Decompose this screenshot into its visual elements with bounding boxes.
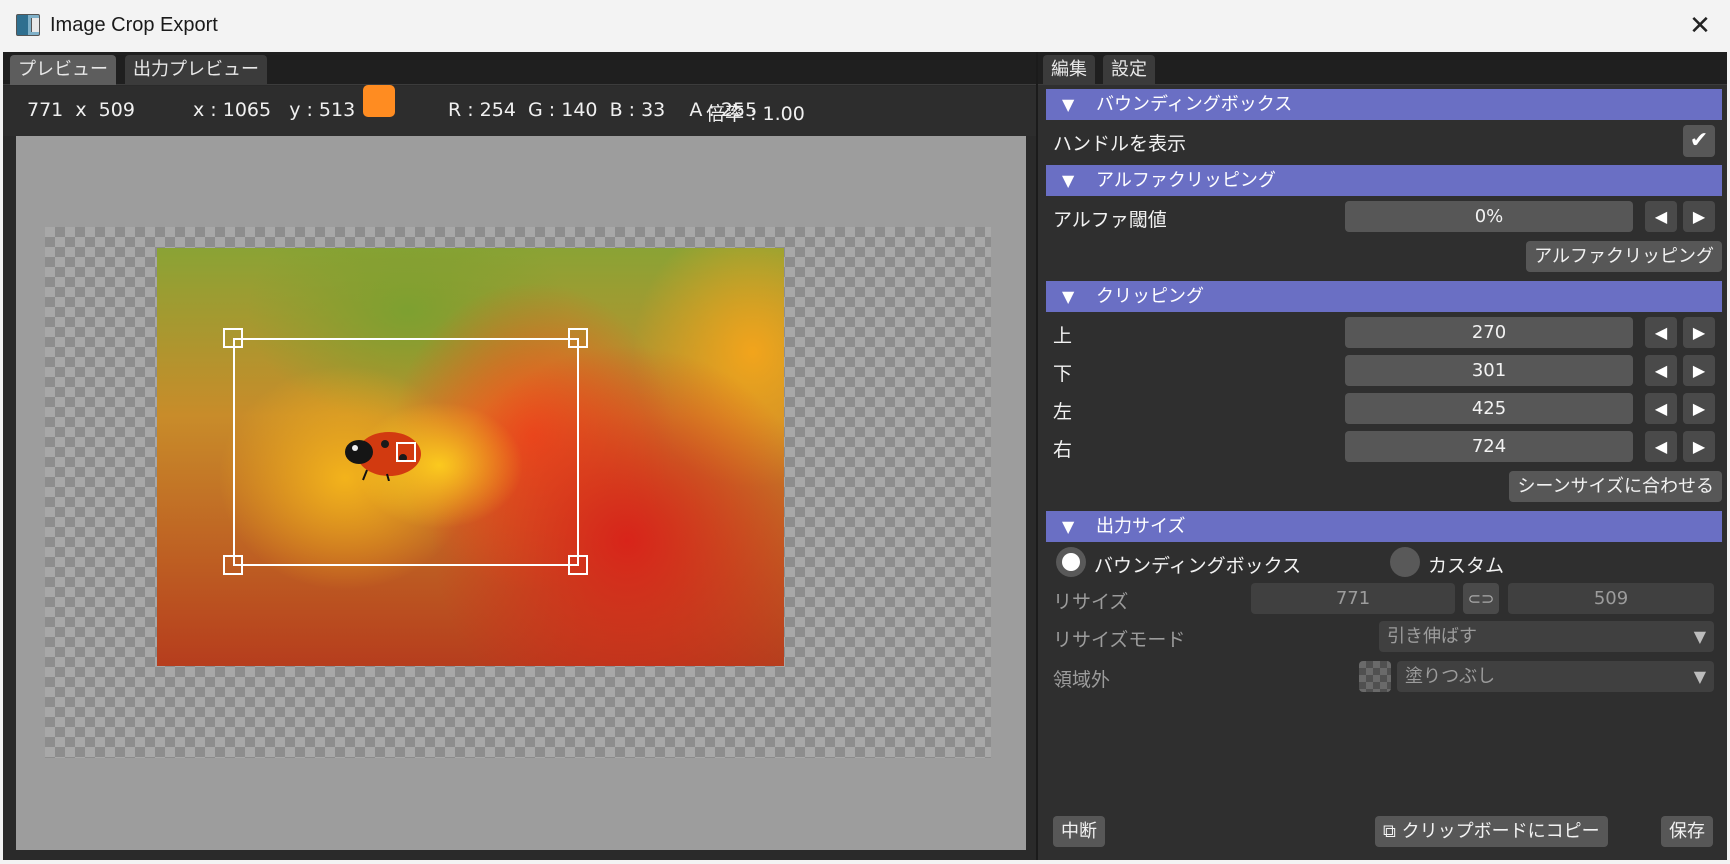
outside-area-label: 領域外	[1053, 669, 1111, 691]
alpha-clipping-button[interactable]: アルファクリッピング	[1526, 241, 1722, 272]
clip-right-label: 右	[1053, 439, 1073, 461]
resize-mode-value: 引き伸ばす	[1387, 626, 1477, 647]
clip-right-decrement-button[interactable]: ◀	[1645, 431, 1677, 462]
settings-panel: 編集 設定 ▼ バウンディングボックス ハンドルを表示 ✔ ▼ アルファクリッピ…	[1038, 52, 1727, 860]
clip-right-increment-button[interactable]: ▶	[1683, 431, 1715, 462]
resize-label: リサイズ	[1053, 591, 1129, 613]
zoom-readout: 倍率 : 1.00	[706, 103, 805, 125]
clip-right-field[interactable]: 724	[1345, 431, 1633, 462]
clip-bottom-increment-button[interactable]: ▶	[1683, 355, 1715, 386]
clip-bottom-label: 下	[1053, 363, 1073, 385]
section-output-size[interactable]: ▼ 出力サイズ	[1046, 511, 1722, 542]
collapse-triangle-icon: ▼	[1062, 95, 1075, 114]
alpha-threshold-field[interactable]: 0%	[1345, 201, 1633, 232]
title-bar: Image Crop Export ✕	[0, 0, 1730, 52]
radio-bounding-box-label: バウンディングボックス	[1094, 555, 1302, 577]
tab-edit[interactable]: 編集	[1043, 55, 1095, 85]
section-label: アルファクリッピング	[1096, 170, 1276, 191]
crop-handle-bottom-right[interactable]	[568, 555, 588, 575]
alpha-threshold-label: アルファ閾値	[1053, 209, 1167, 231]
collapse-triangle-icon: ▼	[1062, 287, 1075, 306]
app-icon	[16, 14, 40, 36]
copy-to-clipboard-button[interactable]: ⧉ クリップボードにコピー	[1375, 816, 1608, 847]
outside-area-select[interactable]: 塗りつぶし ▼	[1397, 661, 1714, 692]
clip-left-increment-button[interactable]: ▶	[1683, 393, 1715, 424]
collapse-triangle-icon: ▼	[1062, 517, 1075, 536]
preview-tabbar: プレビュー 出力プレビュー	[3, 52, 1036, 85]
tab-preview[interactable]: プレビュー	[10, 55, 116, 85]
fit-scene-size-button[interactable]: シーンサイズに合わせる	[1509, 471, 1722, 502]
color-swatch	[363, 85, 395, 117]
clip-left-label: 左	[1053, 401, 1073, 423]
show-handles-checkbox[interactable]: ✔	[1683, 125, 1715, 157]
crop-handle-top-right[interactable]	[568, 328, 588, 348]
copy-icon: ⧉	[1383, 821, 1396, 842]
crop-handle-bottom-left[interactable]	[223, 555, 243, 575]
section-bounding-box[interactable]: ▼ バウンディングボックス	[1046, 89, 1722, 120]
close-button[interactable]: ✕	[1670, 0, 1730, 52]
cursor-coords: x : 1065 y : 513	[193, 99, 356, 121]
crop-handle-top-left[interactable]	[223, 328, 243, 348]
show-handles-label: ハンドルを表示	[1053, 133, 1187, 155]
clip-bottom-field[interactable]: 301	[1345, 355, 1633, 386]
clip-top-decrement-button[interactable]: ◀	[1645, 317, 1677, 348]
clip-top-field[interactable]: 270	[1345, 317, 1633, 348]
section-label: バウンディングボックス	[1096, 94, 1293, 115]
client-area: プレビュー 出力プレビュー 771 x 509 x : 1065 y : 513…	[3, 52, 1727, 860]
radio-custom-label: カスタム	[1428, 555, 1505, 577]
resize-mode-select[interactable]: 引き伸ばす ▼	[1379, 621, 1714, 652]
window-title: Image Crop Export	[50, 14, 218, 36]
copy-label: クリップボードにコピー	[1401, 821, 1600, 842]
radio-custom[interactable]	[1390, 547, 1420, 577]
link-aspect-icon[interactable]: ⊂⊃	[1463, 583, 1499, 614]
alpha-decrement-button[interactable]: ◀	[1645, 201, 1677, 232]
image-size: 771 x 509	[27, 99, 135, 121]
alpha-increment-button[interactable]: ▶	[1683, 201, 1715, 232]
tab-output-preview[interactable]: 出力プレビュー	[125, 55, 267, 85]
resize-height-field[interactable]: 509	[1508, 583, 1714, 614]
section-label: 出力サイズ	[1096, 516, 1186, 537]
clip-top-label: 上	[1053, 325, 1073, 347]
collapse-triangle-icon: ▼	[1062, 171, 1075, 190]
section-label: クリッピング	[1096, 286, 1204, 307]
chevron-down-icon: ▼	[1693, 667, 1706, 686]
clip-top-increment-button[interactable]: ▶	[1683, 317, 1715, 348]
clip-bottom-decrement-button[interactable]: ◀	[1645, 355, 1677, 386]
crop-handle-center[interactable]	[396, 442, 416, 462]
preview-panel: プレビュー 出力プレビュー 771 x 509 x : 1065 y : 513…	[3, 52, 1036, 860]
chevron-down-icon: ▼	[1693, 627, 1706, 646]
radio-bounding-box[interactable]	[1056, 547, 1086, 577]
clip-left-decrement-button[interactable]: ◀	[1645, 393, 1677, 424]
clip-left-field[interactable]: 425	[1345, 393, 1633, 424]
abort-button[interactable]: 中断	[1053, 816, 1105, 847]
settings-tabbar: 編集 設定	[1038, 52, 1727, 85]
resize-width-field[interactable]: 771	[1251, 583, 1455, 614]
save-button[interactable]: 保存	[1661, 816, 1713, 847]
resize-mode-label: リサイズモード	[1053, 629, 1186, 651]
outside-area-value: 塗りつぶし	[1405, 666, 1496, 687]
section-alpha-clipping[interactable]: ▼ アルファクリッピング	[1046, 165, 1722, 196]
fill-color-swatch[interactable]	[1359, 661, 1391, 692]
info-bar: 771 x 509 x : 1065 y : 513 R : 254 G : 1…	[3, 86, 1036, 136]
tab-settings[interactable]: 設定	[1103, 55, 1155, 85]
preview-canvas[interactable]	[16, 136, 1026, 850]
section-clipping[interactable]: ▼ クリッピング	[1046, 281, 1722, 312]
